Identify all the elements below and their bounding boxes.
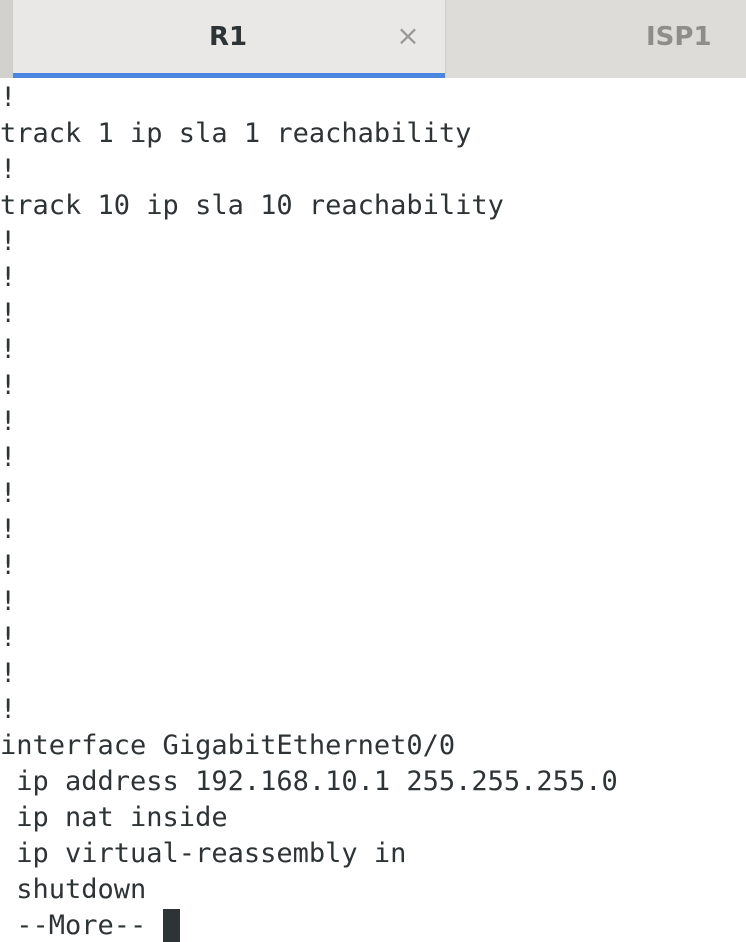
terminal-line: ! xyxy=(0,694,17,725)
terminal-line: ! xyxy=(0,262,17,293)
terminal-line: ! xyxy=(0,406,17,437)
terminal-line: track 10 ip sla 10 reachability xyxy=(0,190,504,221)
terminal-line: track 1 ip sla 1 reachability xyxy=(0,118,472,149)
tab-bar-edge xyxy=(0,0,12,78)
tab-bar: R1 × ISP1 xyxy=(0,0,746,78)
terminal-output[interactable]: ! track 1 ip sla 1 reachability ! track … xyxy=(0,80,746,942)
tab-r1-label: R1 xyxy=(209,22,248,52)
terminal-line: ! xyxy=(0,298,17,329)
terminal-line: ! xyxy=(0,514,17,545)
terminal-line: ip virtual-reassembly in xyxy=(0,838,407,869)
terminal-line: ! xyxy=(0,334,17,365)
terminal-line: ! xyxy=(0,370,17,401)
terminal-line: ! xyxy=(0,586,17,617)
active-tab-indicator xyxy=(13,73,445,78)
terminal-line: ip nat inside xyxy=(0,802,228,833)
tab-r1[interactable]: R1 × xyxy=(12,0,446,78)
terminal-line: interface GigabitEthernet0/0 xyxy=(0,730,456,761)
terminal-line: ! xyxy=(0,622,17,653)
more-prompt: --More-- xyxy=(0,910,163,941)
more-prompt-line: --More-- xyxy=(0,908,746,942)
close-icon[interactable]: × xyxy=(396,22,420,50)
tab-isp1[interactable]: ISP1 xyxy=(446,0,746,78)
terminal-cursor xyxy=(162,909,180,942)
terminal-line: ! xyxy=(0,658,17,689)
terminal-line: shutdown xyxy=(0,874,147,905)
tab-isp1-label: ISP1 xyxy=(646,22,712,52)
terminal-line: ! xyxy=(0,478,17,509)
terminal-line: ! xyxy=(0,154,17,185)
terminal-line: ! xyxy=(0,226,17,257)
terminal-line: ! xyxy=(0,442,17,473)
terminal-window: R1 × ISP1 ! track 1 ip sla 1 reachabilit… xyxy=(0,0,746,942)
terminal-line: ! xyxy=(0,82,17,113)
terminal-line: ip address 192.168.10.1 255.255.255.0 xyxy=(0,766,618,797)
terminal-line: ! xyxy=(0,550,17,581)
